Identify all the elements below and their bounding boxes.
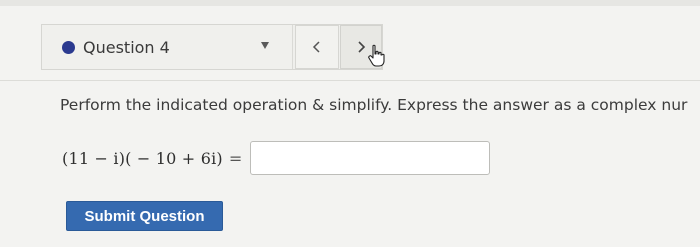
- previous-question-button[interactable]: [295, 25, 339, 69]
- expression-row: (11 − i)( − 10 + 6i) =: [62, 141, 491, 175]
- math-expression: (11 − i)( − 10 + 6i): [62, 148, 223, 168]
- equals-sign: =: [228, 148, 243, 168]
- divider: [0, 80, 700, 81]
- question-label: Question 4: [83, 37, 170, 57]
- top-strip: [0, 0, 700, 6]
- status-dot-icon: [62, 40, 75, 54]
- question-instruction: Perform the indicated operation & simpli…: [60, 96, 688, 114]
- hand-cursor-icon: [368, 44, 385, 67]
- question-nav-bar: Question 4: [41, 24, 383, 70]
- chevron-left-icon: [312, 41, 320, 53]
- chevron-down-icon: [261, 42, 269, 49]
- submit-question-button[interactable]: Submit Question: [66, 201, 223, 231]
- answer-input[interactable]: [250, 141, 491, 175]
- question-select-dropdown[interactable]: Question 4: [42, 25, 293, 69]
